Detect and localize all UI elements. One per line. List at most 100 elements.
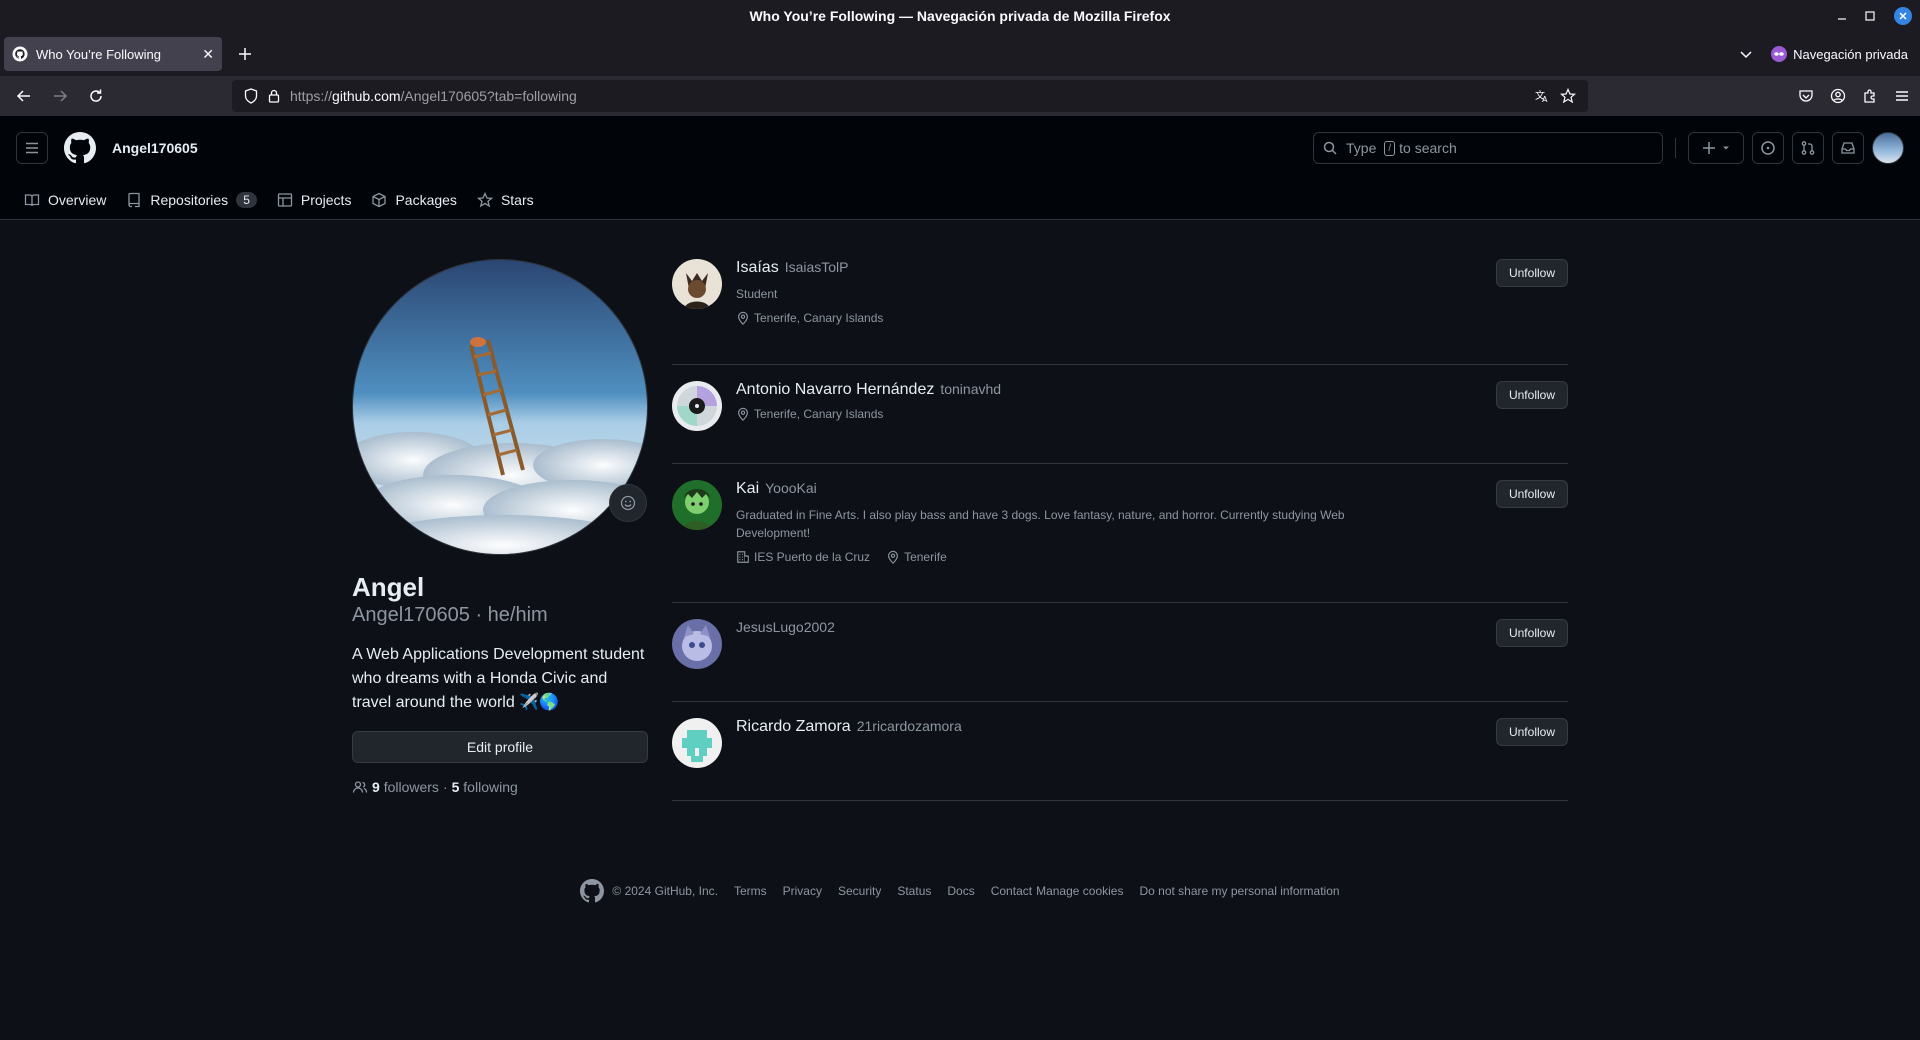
private-mask-icon xyxy=(1771,46,1788,62)
github-top-actions: Type / to search xyxy=(1313,132,1904,164)
user-bio: Student xyxy=(736,287,778,301)
user-avatar[interactable] xyxy=(672,619,722,669)
footer-link-security[interactable]: Security xyxy=(838,884,881,898)
user-display-name[interactable]: Isaías xyxy=(736,259,779,276)
footer-link-manage-cookies[interactable]: Manage cookies xyxy=(1036,884,1123,898)
extensions-icon[interactable] xyxy=(1862,88,1878,104)
search-input[interactable]: Type / to search xyxy=(1313,132,1663,164)
tab-repositories[interactable]: Repositories 5 xyxy=(118,184,265,216)
pocket-icon[interactable] xyxy=(1798,88,1814,104)
user-login[interactable]: JesusLugo2002 xyxy=(736,619,835,635)
edit-profile-button[interactable]: Edit profile xyxy=(352,731,648,763)
reload-icon xyxy=(90,89,102,102)
url-text[interactable]: https://github.com/Angel170605?tab=follo… xyxy=(290,88,1524,104)
user-login[interactable]: IsaiasTolP xyxy=(785,259,849,275)
github-logo-icon[interactable] xyxy=(64,132,96,164)
followers-link[interactable]: 9 followers xyxy=(372,779,439,795)
github-top-bar: Angel170605 Type / to search xyxy=(0,116,1920,180)
follow-stats: 9 followers · 5 following xyxy=(352,779,648,795)
unfollow-button[interactable]: Unfollow xyxy=(1495,259,1568,287)
list-item: Ricardo Zamora 21ricardozamora Unfollow xyxy=(672,702,1568,801)
tab-label: Overview xyxy=(48,192,107,208)
following-link[interactable]: 5 following xyxy=(452,779,518,795)
tab-label: Stars xyxy=(500,192,534,208)
package-icon xyxy=(372,192,387,208)
user-avatar[interactable] xyxy=(672,718,722,768)
user-display-name[interactable]: Kai xyxy=(736,480,759,497)
reload-button[interactable] xyxy=(82,82,110,110)
unfollow-button[interactable]: Unfollow xyxy=(1495,480,1568,508)
back-button[interactable] xyxy=(10,82,38,110)
browser-tab[interactable]: Who You’re Following ✕ xyxy=(4,37,222,71)
context-username[interactable]: Angel170605 xyxy=(112,140,198,156)
footer-link-terms[interactable]: Terms xyxy=(734,884,767,898)
user-login[interactable]: 21ricardozamora xyxy=(857,718,962,734)
location-icon xyxy=(888,550,899,564)
tab-stars[interactable]: Stars xyxy=(469,184,542,216)
user-display-name[interactable]: Antonio Navarro Hernández xyxy=(736,381,934,398)
footer-link-do-not-share[interactable]: Do not share my personal information xyxy=(1139,884,1339,898)
footer-link-contact[interactable]: Contact xyxy=(991,884,1032,898)
avatar-ladder-sky-image xyxy=(353,260,647,554)
url-path: /Angel170605?tab=following xyxy=(400,88,577,104)
tab-label: Projects xyxy=(300,192,352,208)
tab-packages[interactable]: Packages xyxy=(363,184,464,216)
followers-label: followers xyxy=(383,779,439,795)
private-browsing-label: Navegación privada xyxy=(1793,46,1908,62)
user-meta: IES Puerto de la Cruz Tenerife xyxy=(736,550,1368,564)
bookmark-star-icon[interactable] xyxy=(1560,88,1576,104)
issues-button[interactable] xyxy=(1752,132,1784,164)
unfollow-button[interactable]: Unfollow xyxy=(1495,718,1568,746)
minimize-button[interactable] xyxy=(1832,6,1852,26)
user-avatar[interactable] xyxy=(672,259,722,309)
user-avatar[interactable] xyxy=(672,480,722,530)
account-icon[interactable] xyxy=(1830,88,1846,104)
github-mark-icon[interactable] xyxy=(580,879,605,903)
close-window-button[interactable] xyxy=(1894,7,1912,25)
user-display-name[interactable]: Ricardo Zamora xyxy=(736,718,851,735)
user-meta: Tenerife, Canary Islands xyxy=(736,311,1368,325)
user-avatar[interactable] xyxy=(672,381,722,431)
tab-close-icon[interactable]: ✕ xyxy=(202,46,214,63)
search-placeholder-suffix: to search xyxy=(1399,140,1457,156)
create-new-button[interactable] xyxy=(1688,132,1744,164)
tab-overview[interactable]: Overview xyxy=(16,184,114,216)
set-status-button[interactable] xyxy=(609,484,647,522)
profile-sidebar: Angel Angel170605 · he/him A Web Applica… xyxy=(352,259,648,795)
footer-link-privacy[interactable]: Privacy xyxy=(783,884,822,898)
window-controls xyxy=(1832,0,1912,32)
profile-avatar[interactable] xyxy=(352,259,648,555)
unfollow-button[interactable]: Unfollow xyxy=(1495,381,1568,409)
private-browsing-indicator: Navegación privada xyxy=(1771,46,1908,62)
user-avatar-menu[interactable] xyxy=(1872,132,1904,164)
pull-requests-button[interactable] xyxy=(1792,132,1824,164)
forward-button[interactable] xyxy=(46,82,74,110)
user-location: Tenerife, Canary Islands xyxy=(754,311,884,325)
hamburger-menu-icon[interactable] xyxy=(1894,88,1910,104)
arrow-left-icon xyxy=(16,90,30,102)
tabbar-right: Navegación privada xyxy=(1739,32,1908,76)
url-bar[interactable]: https://github.com/Angel170605?tab=follo… xyxy=(232,80,1588,112)
user-login[interactable]: YoooKai xyxy=(765,480,817,496)
lock-icon[interactable] xyxy=(268,89,280,103)
list-all-tabs-icon[interactable] xyxy=(1739,47,1753,61)
footer-link-status[interactable]: Status xyxy=(897,884,931,898)
user-bio: Graduated in Fine Arts. I also play bass… xyxy=(736,508,1345,540)
open-menu-button[interactable] xyxy=(16,132,48,164)
profile-bio: A Web Applications Development student w… xyxy=(352,646,645,711)
svg-text:A: A xyxy=(1542,95,1548,104)
organization-icon xyxy=(737,551,749,563)
shield-icon[interactable] xyxy=(244,88,258,104)
footer-link-docs[interactable]: Docs xyxy=(947,884,974,898)
tab-projects[interactable]: Projects xyxy=(269,184,360,216)
user-location: Tenerife, Canary Islands xyxy=(754,407,884,421)
translate-icon[interactable]: 文A xyxy=(1534,88,1550,104)
unfollow-button[interactable]: Unfollow xyxy=(1495,619,1568,647)
repositories-count-badge: 5 xyxy=(236,192,257,208)
maximize-button[interactable] xyxy=(1860,6,1880,26)
following-list: Isaías IsaiasTolP Student Tenerife, Canar… xyxy=(672,243,1568,801)
new-tab-button[interactable] xyxy=(230,39,260,69)
user-login[interactable]: toninavhd xyxy=(940,381,1001,397)
inbox-button[interactable] xyxy=(1832,132,1864,164)
list-item: Antonio Navarro Hernández toninavhd Tener… xyxy=(672,365,1568,464)
